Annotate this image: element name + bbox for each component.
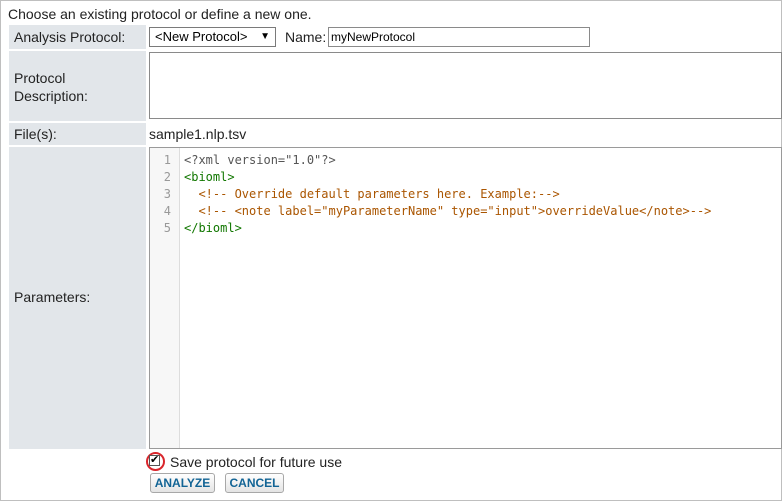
line-number: 2 bbox=[163, 170, 171, 184]
code-line[interactable]: <?xml version="1.0"?> bbox=[184, 152, 781, 169]
description-label-line1: Protocol bbox=[14, 70, 66, 86]
analysis-protocol-label-cell: Analysis Protocol: bbox=[9, 25, 146, 49]
parameters-label: Parameters: bbox=[14, 289, 91, 305]
code-line[interactable]: <bioml> bbox=[184, 169, 781, 186]
line-number: 5 bbox=[163, 221, 171, 235]
protocol-description-textarea[interactable] bbox=[149, 52, 782, 119]
analysis-protocol-label: Analysis Protocol: bbox=[14, 29, 126, 45]
files-label-cell: File(s): bbox=[9, 123, 146, 145]
description-label-line2: Description: bbox=[14, 88, 88, 104]
description-label-cell: Protocol Description: bbox=[9, 51, 146, 121]
protocol-select[interactable]: <New Protocol> ▼ bbox=[149, 27, 276, 47]
code-content[interactable]: <?xml version="1.0"?> <bioml> <!-- Overr… bbox=[184, 152, 781, 237]
line-number: 4 bbox=[163, 204, 171, 218]
protocol-name-input[interactable] bbox=[328, 27, 590, 47]
line-number: 3 bbox=[163, 187, 171, 201]
protocol-select-value: <New Protocol> bbox=[155, 29, 248, 44]
files-value: sample1.nlp.tsv bbox=[149, 126, 247, 142]
code-line[interactable]: <!-- <note label="myParameterName" type=… bbox=[184, 203, 781, 220]
save-protocol-checkbox[interactable]: ✔ bbox=[149, 455, 160, 466]
checkmark-icon: ✔ bbox=[150, 454, 160, 466]
parameters-label-cell: Parameters: bbox=[9, 147, 146, 449]
cancel-button[interactable]: CANCEL bbox=[225, 473, 284, 493]
line-number: 1 bbox=[163, 153, 171, 167]
line-number-gutter: 1 2 3 4 5 bbox=[150, 148, 180, 448]
protocol-form: Choose an existing protocol or define a … bbox=[0, 0, 782, 501]
name-label: Name: bbox=[285, 29, 327, 45]
analyze-button[interactable]: ANALYZE bbox=[150, 473, 215, 493]
intro-text: Choose an existing protocol or define a … bbox=[8, 6, 312, 22]
dropdown-arrow-icon: ▼ bbox=[260, 31, 270, 42]
code-line[interactable]: <!-- Override default parameters here. E… bbox=[184, 186, 781, 203]
files-label: File(s): bbox=[14, 126, 57, 142]
code-line[interactable]: </bioml> bbox=[184, 220, 781, 237]
parameters-code-editor[interactable]: 1 2 3 4 5 <?xml version="1.0"?> <bioml> … bbox=[149, 147, 782, 449]
save-protocol-label: Save protocol for future use bbox=[170, 454, 342, 470]
